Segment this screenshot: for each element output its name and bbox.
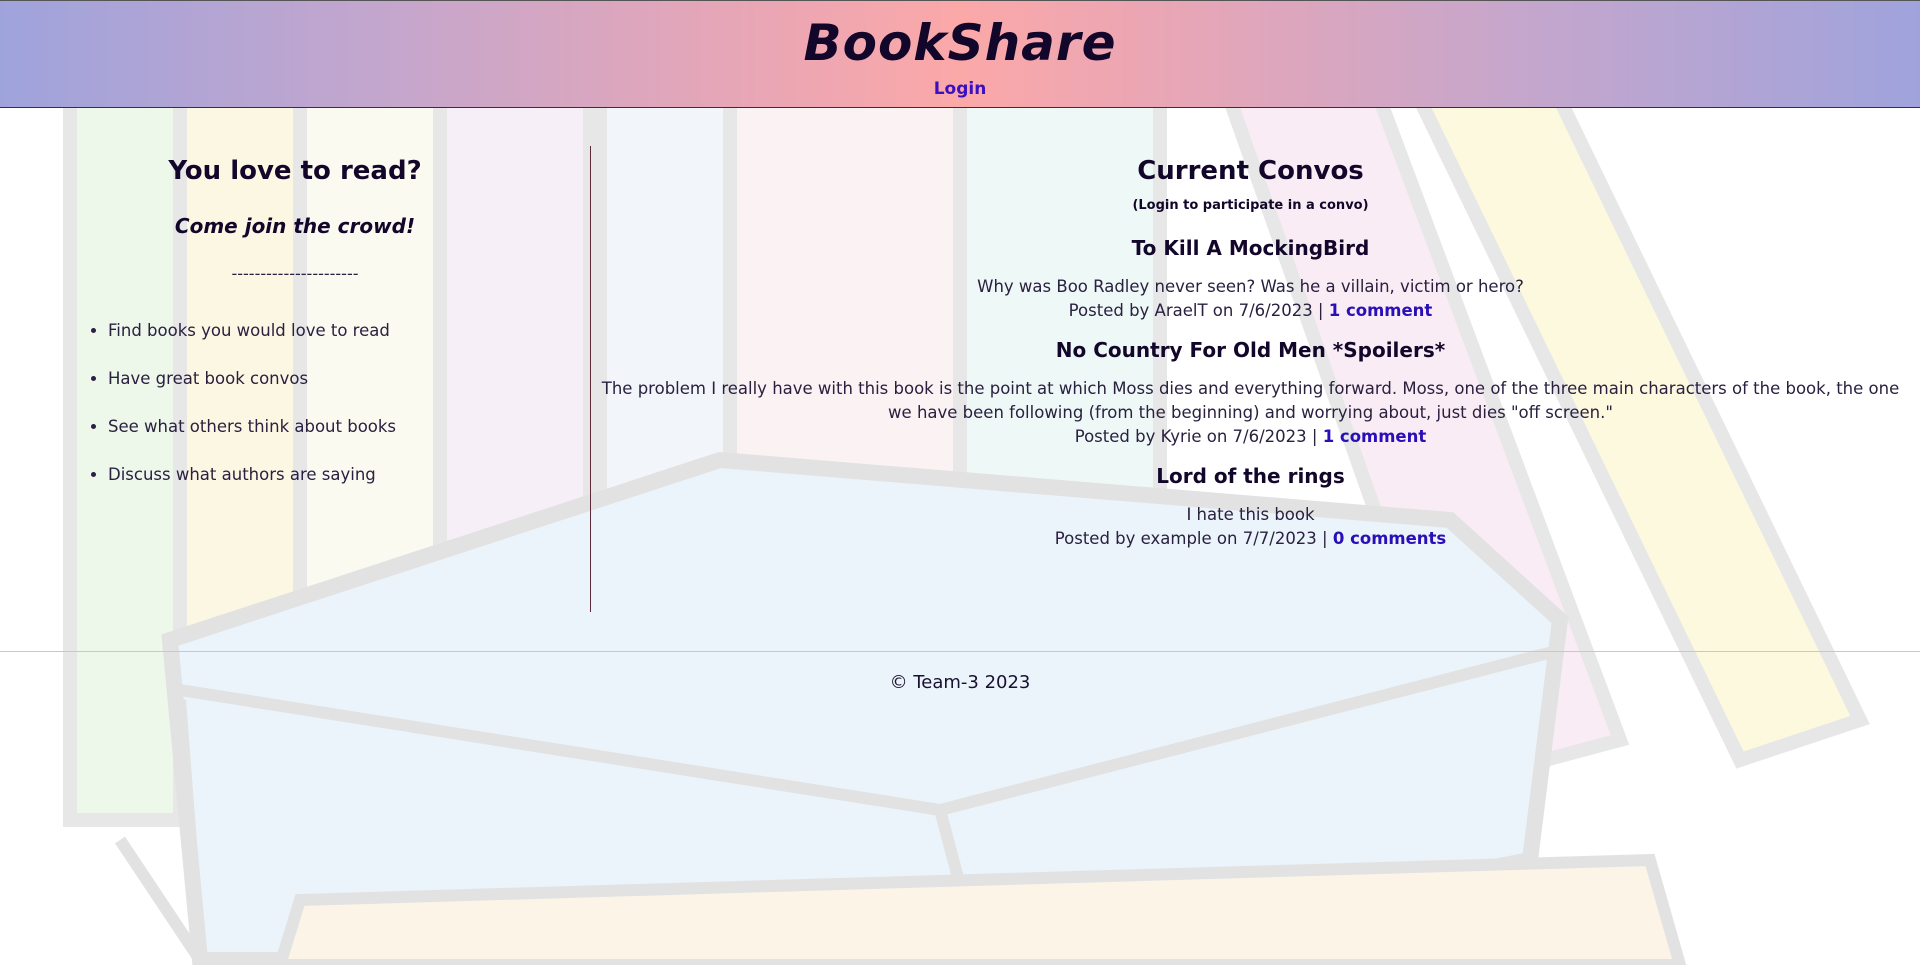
comments-link[interactable]: 0 comments (1333, 529, 1446, 548)
feature-item: Find books you would love to read (108, 319, 590, 342)
convo-title: No Country For Old Men *Spoilers* (1055, 338, 1446, 362)
comments-link[interactable]: 1 comment (1323, 427, 1427, 446)
site-footer: © Team-3 2023 (0, 651, 1920, 693)
site-title: BookShare (803, 14, 1117, 72)
feature-list: Find books you would love to read Have g… (0, 319, 590, 486)
copyright-text: © Team-3 2023 (889, 672, 1031, 693)
convo-posted-by: Posted by AraelT on 7/6/2023 | (1068, 301, 1329, 320)
login-note: (Login to participate in a convo) (1132, 198, 1369, 213)
convo-body: Why was Boo Radley never seen? Was he a … (977, 277, 1524, 296)
main-content: You love to read? Come join the crowd! -… (0, 108, 1920, 612)
feature-item: Discuss what authors are saying (108, 463, 590, 486)
convo-posted-by: Posted by example on 7/7/2023 | (1054, 529, 1333, 548)
convo-meta: Posted by AraelT on 7/6/2023 | 1 comment (601, 299, 1900, 323)
intro-panel: You love to read? Come join the crowd! -… (0, 146, 591, 612)
intro-subheading: Come join the crowd! (174, 214, 416, 238)
login-link[interactable]: Login (934, 79, 987, 99)
convo-body: I hate this book (1186, 505, 1315, 524)
comments-link[interactable]: 1 comment (1329, 301, 1433, 320)
convos-panel: Current Convos (Login to participate in … (591, 146, 1920, 574)
site-header: BookShare Login (0, 0, 1920, 108)
convos-heading: Current Convos (1137, 156, 1364, 186)
feature-item: Have great book convos (108, 367, 590, 390)
convo-meta: Posted by example on 7/7/2023 | 0 commen… (601, 527, 1900, 551)
convo-body: The problem I really have with this book… (601, 379, 1900, 422)
convo-item: No Country For Old Men *Spoilers* The pr… (601, 337, 1900, 449)
footer-wrapper: © Team-3 2023 (0, 651, 1920, 693)
convo-item: To Kill A MockingBird Why was Boo Radley… (601, 235, 1900, 323)
feature-item: See what others think about books (108, 415, 590, 438)
intro-heading: You love to read? (168, 156, 422, 186)
convo-title: To Kill A MockingBird (1131, 236, 1370, 260)
convo-title: Lord of the rings (1156, 464, 1345, 488)
convo-item: Lord of the rings I hate this book Poste… (601, 463, 1900, 551)
convo-meta: Posted by Kyrie on 7/6/2023 | 1 comment (601, 425, 1900, 449)
intro-divider: ---------------------- (231, 264, 359, 283)
convo-posted-by: Posted by Kyrie on 7/6/2023 | (1074, 427, 1323, 446)
